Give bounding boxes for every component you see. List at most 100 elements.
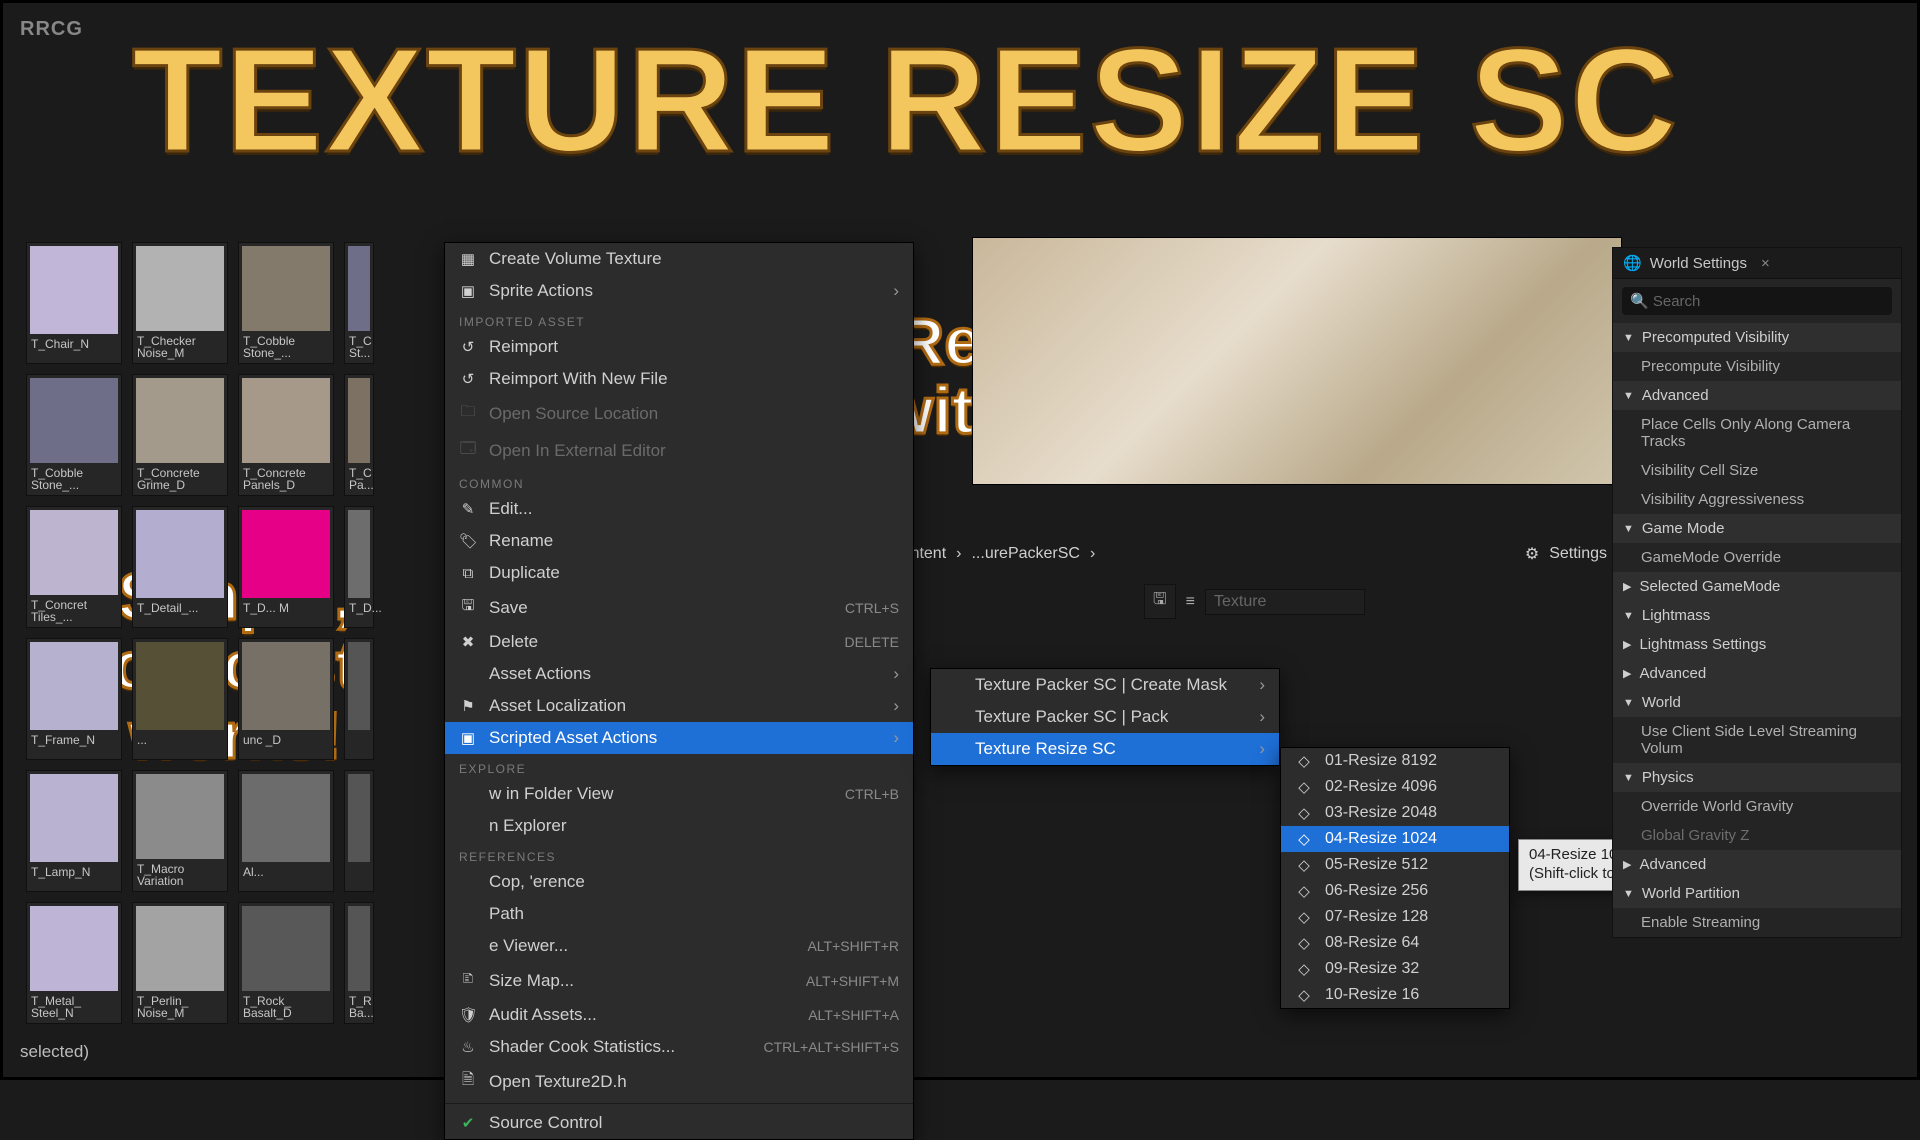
thumbnail-swatch xyxy=(136,774,224,859)
panel-category[interactable]: ▶Advanced xyxy=(1613,850,1901,879)
world-settings-panel: 🌐World Settings×🔍 Search▼Precomputed Vis… xyxy=(1612,247,1902,938)
menu-item[interactable]: ✖DeleteDELETE xyxy=(445,626,913,658)
menu-item[interactable]: ◇01-Resize 8192 xyxy=(1281,748,1509,774)
menu-item[interactable]: ⧉Duplicate xyxy=(445,557,913,589)
menu-item[interactable]: Asset Actions› xyxy=(445,658,913,690)
panel-property[interactable]: GameMode Override xyxy=(1613,543,1901,572)
texture-thumbnail[interactable]: T_Chair_N xyxy=(26,242,122,364)
menu-item[interactable]: w in Folder ViewCTRL+B xyxy=(445,778,913,810)
texture-thumbnail[interactable]: T_Frame_N xyxy=(26,638,122,760)
texture-thumbnail[interactable]: T_C St... xyxy=(344,242,374,364)
menu-item[interactable]: n Explorer xyxy=(445,810,913,842)
panel-title: World Settings xyxy=(1650,255,1747,272)
thumbnail-label: T_Concrete Panels_D xyxy=(239,466,333,495)
texture-thumbnail[interactable]: T_Concret Tiles_... xyxy=(26,506,122,628)
panel-category[interactable]: ▼Lightmass xyxy=(1613,601,1901,630)
level-viewport[interactable] xyxy=(972,237,1622,485)
menu-item[interactable]: ✔Source Control xyxy=(445,1107,913,1139)
menu-item[interactable]: ▣Scripted Asset Actions› xyxy=(445,722,913,754)
menu-item[interactable]: ▦Create Volume Texture xyxy=(445,243,913,275)
texture-thumbnail[interactable] xyxy=(344,770,374,892)
search-input[interactable]: Texture xyxy=(1205,589,1365,615)
texture-thumbnail[interactable] xyxy=(344,638,374,760)
menu-item[interactable]: ↺Reimport With New File xyxy=(445,363,913,395)
panel-property[interactable]: Override World Gravity xyxy=(1613,792,1901,821)
texture-thumbnail[interactable]: T_Detail_... xyxy=(132,506,228,628)
menu-item[interactable]: 🛡Audit Assets...ALT+SHIFT+A xyxy=(445,999,913,1031)
menu-item[interactable]: ◇07-Resize 128 xyxy=(1281,904,1509,930)
panel-property[interactable]: Global Gravity Z xyxy=(1613,821,1901,850)
panel-category[interactable]: ▼World Partition xyxy=(1613,879,1901,908)
gear-icon[interactable]: ⚙ xyxy=(1525,544,1539,564)
menu-item[interactable]: ◇10-Resize 16 xyxy=(1281,982,1509,1008)
menu-item[interactable]: ◇02-Resize 4096 xyxy=(1281,774,1509,800)
texture-thumbnail[interactable]: T_D... xyxy=(344,506,374,628)
panel-property[interactable]: Precompute Visibility xyxy=(1613,352,1901,381)
texture-thumbnail[interactable]: T_Metal_ Steel_N xyxy=(26,902,122,1024)
panel-category[interactable]: ▼Game Mode xyxy=(1613,514,1901,543)
crumb-folder[interactable]: ...urePackerSC xyxy=(971,545,1079,563)
menu-item[interactable]: ◇03-Resize 2048 xyxy=(1281,800,1509,826)
menu-item[interactable]: ✎Edit... xyxy=(445,493,913,525)
panel-category[interactable]: ▶Lightmass Settings xyxy=(1613,630,1901,659)
close-icon[interactable]: × xyxy=(1761,255,1770,272)
menu-item[interactable]: ◇08-Resize 64 xyxy=(1281,930,1509,956)
menu-item[interactable]: 🏷Rename xyxy=(445,525,913,557)
texture-thumbnail[interactable]: T_Lamp_N xyxy=(26,770,122,892)
texture-thumbnail[interactable]: T_R Ba... xyxy=(344,902,374,1024)
texture-thumbnail[interactable]: T_Concrete Grime_D xyxy=(132,374,228,496)
panel-property[interactable]: Visibility Cell Size xyxy=(1613,456,1901,485)
panel-property[interactable]: Visibility Aggressiveness xyxy=(1613,485,1901,514)
menu-label: Reimport With New File xyxy=(489,369,899,389)
texture-thumbnail[interactable]: T_Perlin_ Noise_M xyxy=(132,902,228,1024)
menu-item[interactable]: Texture Packer SC | Pack› xyxy=(931,701,1279,733)
menu-shortcut: ALT+SHIFT+M xyxy=(806,973,899,989)
menu-label: Shader Cook Statistics... xyxy=(489,1037,751,1057)
menu-item[interactable]: Texture Packer SC | Create Mask› xyxy=(931,669,1279,701)
panel-category[interactable]: ▼Advanced xyxy=(1613,381,1901,410)
texture-thumbnail[interactable]: ... xyxy=(132,638,228,760)
panel-tab[interactable]: 🌐World Settings× xyxy=(1613,248,1901,279)
texture-thumbnail[interactable]: T_Concrete Panels_D xyxy=(238,374,334,496)
menu-shortcut: CTRL+B xyxy=(845,786,899,802)
panel-property[interactable]: Enable Streaming xyxy=(1613,908,1901,937)
thumbnail-label: T_Chair_N xyxy=(27,337,121,363)
panel-search-input[interactable]: 🔍 Search xyxy=(1622,287,1892,315)
menu-item[interactable]: ◇05-Resize 512 xyxy=(1281,852,1509,878)
save-icon[interactable]: 🖫 xyxy=(1144,584,1176,619)
texture-thumbnail[interactable]: unc _D xyxy=(238,638,334,760)
menu-item[interactable]: Cop, 'erence xyxy=(445,866,913,898)
filter-icon[interactable]: ≡ xyxy=(1186,593,1195,611)
settings-label[interactable]: Settings xyxy=(1549,545,1607,563)
texture-thumbnail[interactable]: T_D... M xyxy=(238,506,334,628)
menu-item[interactable]: ◇06-Resize 256 xyxy=(1281,878,1509,904)
menu-item[interactable]: e Viewer...ALT+SHIFT+R xyxy=(445,930,913,962)
menu-label: 04-Resize 1024 xyxy=(1325,830,1495,848)
menu-item[interactable]: ◇04-Resize 1024 xyxy=(1281,826,1509,852)
panel-property[interactable]: Place Cells Only Along Camera Tracks xyxy=(1613,410,1901,456)
menu-item[interactable]: ♨Shader Cook Statistics...CTRL+ALT+SHIFT… xyxy=(445,1031,913,1063)
texture-thumbnail[interactable]: T_C Pa... xyxy=(344,374,374,496)
menu-item[interactable]: 🗈Size Map...ALT+SHIFT+M xyxy=(445,962,913,999)
menu-item[interactable]: Texture Resize SC› xyxy=(931,733,1279,765)
texture-thumbnail[interactable]: T_Checker Noise_M xyxy=(132,242,228,364)
panel-property[interactable]: Use Client Side Level Streaming Volum xyxy=(1613,717,1901,763)
panel-category[interactable]: ▼Physics xyxy=(1613,763,1901,792)
panel-category[interactable]: ▼World xyxy=(1613,688,1901,717)
panel-category[interactable]: ▶Advanced xyxy=(1613,659,1901,688)
texture-thumbnail[interactable]: T_Cobble Stone_... xyxy=(26,374,122,496)
texture-thumbnail[interactable]: Al... xyxy=(238,770,334,892)
menu-item[interactable]: ◇09-Resize 32 xyxy=(1281,956,1509,982)
menu-icon: ▣ xyxy=(459,282,477,300)
menu-item[interactable]: 🖫SaveCTRL+S xyxy=(445,589,913,626)
texture-thumbnail[interactable]: T_Rock_ Basalt_D xyxy=(238,902,334,1024)
panel-category[interactable]: ▶Selected GameMode xyxy=(1613,572,1901,601)
menu-item[interactable]: ▣Sprite Actions› xyxy=(445,275,913,307)
texture-thumbnail[interactable]: T_Macro Variation xyxy=(132,770,228,892)
menu-item[interactable]: 🗎Open Texture2D.h xyxy=(445,1063,913,1100)
menu-item[interactable]: ↺Reimport xyxy=(445,331,913,363)
menu-item[interactable]: Path xyxy=(445,898,913,930)
panel-category[interactable]: ▼Precomputed Visibility xyxy=(1613,323,1901,352)
menu-item[interactable]: ⚑Asset Localization› xyxy=(445,690,913,722)
texture-thumbnail[interactable]: T_Cobble Stone_... xyxy=(238,242,334,364)
